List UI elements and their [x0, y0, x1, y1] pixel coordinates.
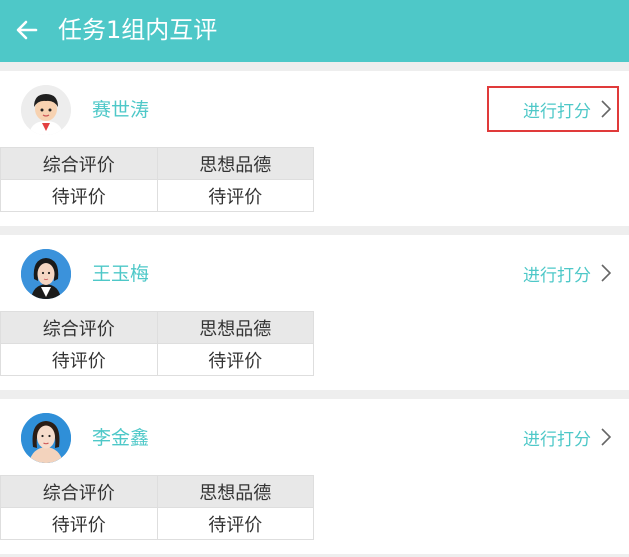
student-card: 赛世涛 进行打分 综合评价 思想品德 待评价 待评价 — [0, 71, 629, 226]
app-header: 任务1组内互评 — [0, 0, 629, 62]
page-title: 任务1组内互评 — [58, 16, 218, 44]
divider — [0, 226, 629, 235]
woman-photo-avatar-icon — [21, 249, 71, 299]
student-card: 王玉梅 进行打分 综合评价 思想品德 待评价 待评价 — [0, 235, 629, 390]
status-cell: 待评价 — [0, 507, 158, 540]
score-button-label: 进行打分 — [523, 429, 591, 450]
student-name: 王玉梅 — [92, 263, 150, 285]
evaluation-table: 综合评价 思想品德 待评价 待评价 — [0, 475, 314, 540]
score-button[interactable]: 进行打分 — [523, 425, 611, 450]
student-card: 李金鑫 进行打分 综合评价 思想品德 待评价 待评价 — [0, 399, 629, 554]
status-cell: 待评价 — [0, 343, 158, 376]
status-cell: 待评价 — [156, 179, 314, 212]
divider — [0, 62, 629, 71]
evaluation-table: 综合评价 思想品德 待评价 待评价 — [0, 311, 314, 376]
boy-cartoon-avatar-icon — [21, 85, 71, 135]
back-arrow-icon — [16, 20, 38, 40]
column-header: 综合评价 — [0, 475, 158, 508]
column-header: 综合评价 — [0, 311, 158, 344]
column-header: 思想品德 — [156, 147, 314, 180]
score-button[interactable]: 进行打分 — [523, 97, 611, 122]
column-header: 思想品德 — [156, 475, 314, 508]
divider — [0, 390, 629, 399]
status-cell: 待评价 — [156, 507, 314, 540]
avatar — [21, 413, 71, 463]
avatar — [21, 249, 71, 299]
status-cell: 待评价 — [0, 179, 158, 212]
score-button-label: 进行打分 — [523, 265, 591, 286]
woman-photo-avatar-icon — [21, 413, 71, 463]
chevron-right-icon — [601, 100, 611, 118]
avatar — [21, 85, 71, 135]
chevron-right-icon — [601, 428, 611, 446]
score-button-label: 进行打分 — [523, 101, 591, 122]
column-header: 思想品德 — [156, 311, 314, 344]
back-button[interactable] — [12, 15, 42, 45]
column-header: 综合评价 — [0, 147, 158, 180]
student-name: 赛世涛 — [92, 99, 150, 121]
evaluation-table: 综合评价 思想品德 待评价 待评价 — [0, 147, 314, 212]
score-button[interactable]: 进行打分 — [523, 261, 611, 286]
chevron-right-icon — [601, 264, 611, 282]
student-name: 李金鑫 — [92, 427, 150, 449]
status-cell: 待评价 — [156, 343, 314, 376]
